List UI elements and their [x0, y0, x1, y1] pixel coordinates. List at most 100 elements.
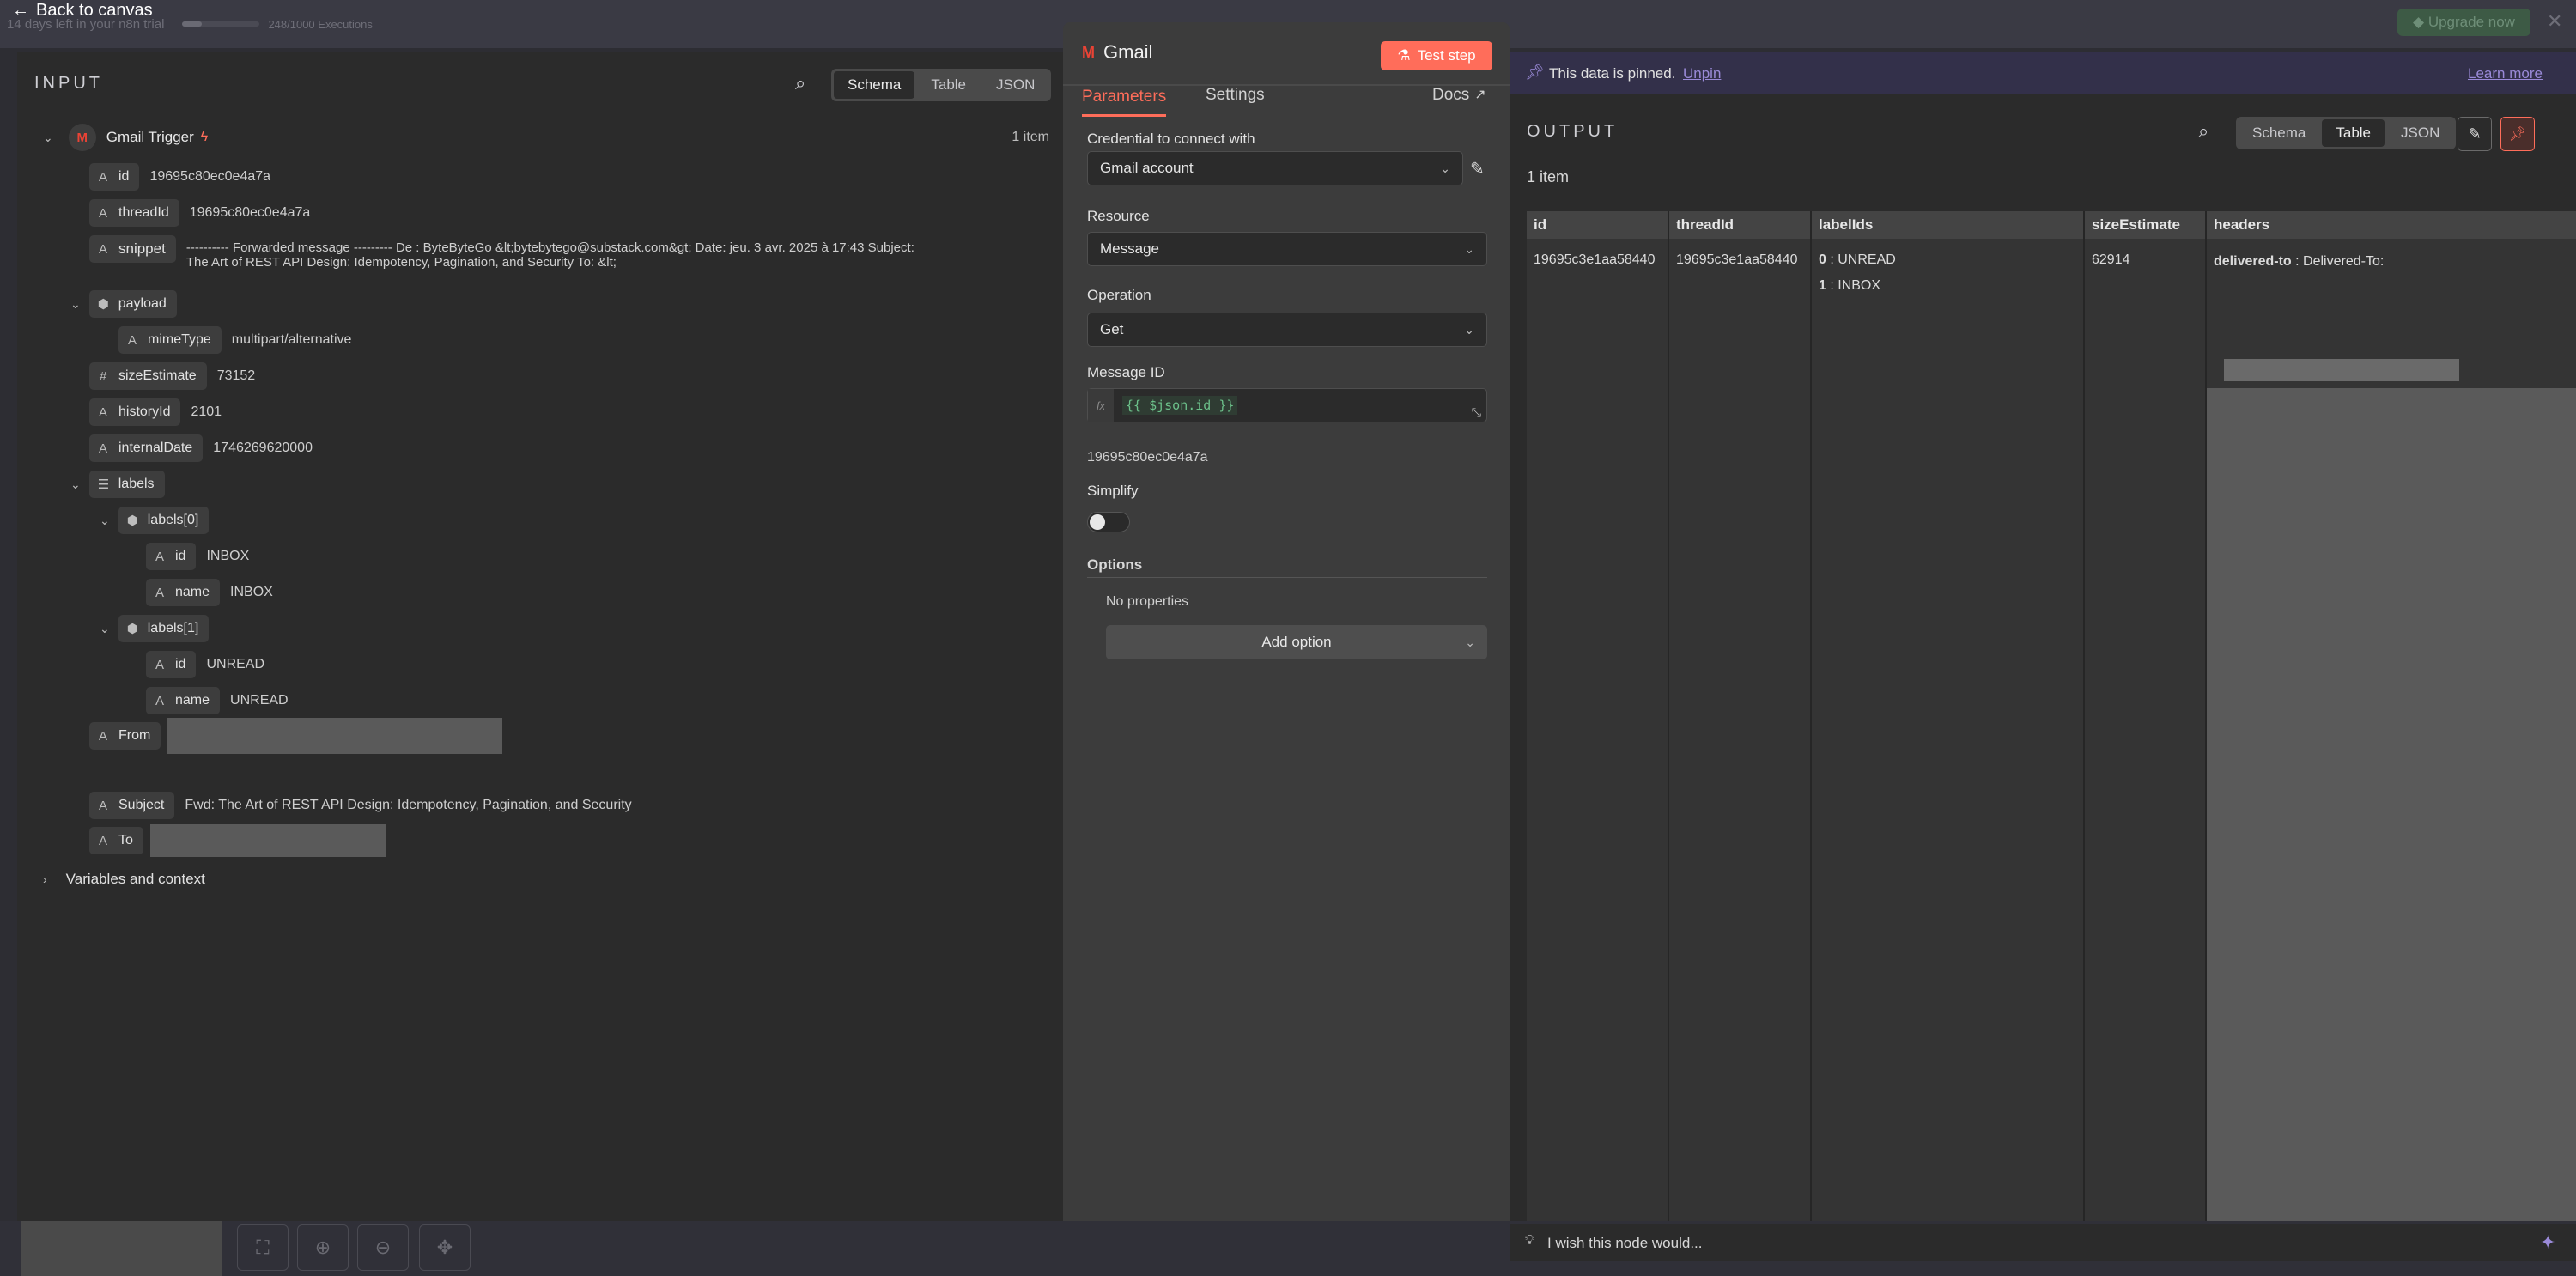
field-value: 1746269620000: [213, 441, 313, 455]
sparkle-icon[interactable]: ✦: [2540, 1231, 2555, 1254]
credential-label: Credential to connect with: [1087, 131, 1255, 147]
output-panel-title: OUTPUT: [1527, 122, 1619, 141]
field-internaldate[interactable]: AinternalDate 1746269620000: [89, 434, 313, 462]
string-type-icon: A: [98, 728, 107, 744]
field-labels-1[interactable]: ⌄ ⬢ labels[1]: [100, 615, 210, 642]
zoom-out-icon[interactable]: ⊖: [357, 1224, 409, 1271]
search-icon[interactable]: ⌕: [2198, 120, 2208, 143]
field-labels[interactable]: ⌄ ☰ labels: [70, 471, 165, 498]
chevron-down-icon[interactable]: ⌄: [43, 131, 53, 145]
node-name[interactable]: Gmail: [1103, 41, 1152, 64]
tab-settings[interactable]: Settings: [1206, 86, 1265, 105]
input-item-count: 1 item: [1012, 130, 1049, 144]
unpin-link[interactable]: Unpin: [1683, 65, 1721, 82]
variables-and-context-row[interactable]: › Variables and context: [43, 866, 205, 893]
string-type-icon: A: [98, 205, 107, 221]
list-icon: ☰: [97, 477, 110, 492]
field-labels-0-id[interactable]: Aid INBOX: [146, 543, 249, 570]
field-subject[interactable]: A Subject Fwd: The Art of REST API Design…: [89, 792, 632, 819]
search-icon[interactable]: ⌕: [795, 72, 805, 94]
field-from[interactable]: A From: [89, 718, 503, 754]
message-id-expression-input[interactable]: fx {{ $json.id }} ⤡: [1087, 388, 1487, 422]
toggle-knob: [1090, 514, 1105, 530]
zoom-in-icon[interactable]: ⊕: [297, 1224, 349, 1271]
tab-parameters[interactable]: Parameters: [1082, 86, 1167, 117]
chevron-down-icon[interactable]: ⌄: [70, 477, 81, 492]
field-sizeestimate[interactable]: # sizeEstimate 73152: [89, 362, 255, 390]
simplify-toggle[interactable]: [1087, 512, 1130, 532]
column-header-labelids: labelIds: [1819, 216, 1874, 233]
chevron-down-icon[interactable]: ⌄: [70, 297, 81, 312]
output-view-table[interactable]: Table: [2322, 119, 2385, 147]
chevron-down-icon: ⌄: [1464, 322, 1474, 337]
field-labels-0-name[interactable]: Aname INBOX: [146, 579, 273, 606]
field-snippet[interactable]: Asnippet ---------- Forwarded message --…: [89, 235, 914, 270]
credential-select[interactable]: Gmail account ⌄: [1087, 151, 1463, 185]
field-labels-1-name[interactable]: Aname UNREAD: [146, 687, 289, 714]
gmail-trigger-row[interactable]: ⌄ M Gmail Trigger ϟ 1 item: [43, 124, 1063, 151]
input-view-table[interactable]: Table: [917, 71, 980, 99]
pin-data-button[interactable]: 📌︎: [2500, 117, 2535, 151]
input-view-switcher: Schema Table JSON: [831, 69, 1052, 101]
expand-icon[interactable]: ⤡: [1472, 405, 1481, 420]
output-item-count: 1 item: [1527, 168, 1570, 185]
field-value: 2101: [191, 404, 222, 419]
redacted-value: [2224, 359, 2459, 381]
docs-link[interactable]: Docs ↗: [1432, 86, 1486, 105]
learn-more-link[interactable]: Learn more: [2468, 65, 2543, 82]
no-properties-text: No properties: [1106, 594, 1189, 609]
simplify-label: Simplify: [1087, 483, 1139, 499]
field-value: multipart/alternative: [231, 332, 352, 347]
string-type-icon: A: [98, 404, 107, 420]
gmail-icon: M: [1082, 43, 1095, 61]
field-labels-1-id[interactable]: Aid UNREAD: [146, 651, 264, 678]
chevron-down-icon[interactable]: ⌄: [100, 513, 110, 528]
edit-credential-icon[interactable]: ✎: [1470, 158, 1485, 179]
input-view-schema[interactable]: Schema: [834, 71, 915, 99]
cell-headers: delivered-to : Delivered-To:: [2214, 254, 2385, 269]
gmail-icon: M: [68, 124, 96, 151]
resource-select[interactable]: Message ⌄: [1087, 232, 1487, 266]
field-value: Fwd: The Art of REST API Design: Idempot…: [185, 798, 632, 812]
operation-select[interactable]: Get ⌄: [1087, 313, 1487, 347]
chevron-down-icon: ⌄: [1440, 161, 1450, 175]
chevron-down-icon[interactable]: ⌄: [100, 622, 110, 636]
field-labels-0[interactable]: ⌄ ⬢ labels[0]: [100, 507, 210, 534]
output-view-json[interactable]: JSON: [2387, 119, 2453, 147]
column-header-sizeestimate: sizeEstimate: [2092, 216, 2180, 233]
cell-id: 19695c3e1aa58440: [1534, 252, 1656, 267]
field-historyid[interactable]: AhistoryId 2101: [89, 398, 222, 426]
close-icon[interactable]: ✕: [2547, 10, 2562, 33]
feedback-input[interactable]: I wish this node would...: [1547, 1235, 1702, 1252]
string-type-icon: A: [98, 241, 107, 257]
pencil-icon: ✎: [2468, 125, 2482, 143]
add-option-button[interactable]: Add option ⌄: [1106, 625, 1487, 659]
trial-info: 14 days left in your n8n trial 248/1000 …: [7, 15, 373, 33]
chevron-right-icon[interactable]: ›: [43, 872, 47, 886]
test-step-button[interactable]: ⚗ Test step: [1381, 41, 1492, 70]
chevron-down-icon: ⌄: [1465, 635, 1475, 649]
output-view-schema[interactable]: Schema: [2239, 119, 2319, 147]
pin-icon: 📌︎: [2508, 127, 2527, 142]
message-id-label: Message ID: [1087, 364, 1165, 380]
field-id[interactable]: Aid 19695c80ec0e4a7a: [89, 163, 270, 191]
bolt-icon: ϟ: [200, 130, 209, 144]
input-view-json[interactable]: JSON: [982, 71, 1048, 99]
tidy-up-icon[interactable]: ✥: [419, 1224, 471, 1271]
field-value: INBOX: [230, 585, 273, 599]
field-to[interactable]: A To: [89, 824, 386, 857]
object-type-icon: ⬢: [126, 513, 138, 528]
output-view-switcher: Schema Table JSON: [2236, 117, 2457, 149]
fit-view-icon[interactable]: ⛶: [237, 1224, 289, 1271]
column-divider: [1668, 211, 1669, 1224]
feedback-bar: 💡︎ I wish this node would... ✦: [1510, 1224, 2576, 1261]
field-threadid[interactable]: AthreadId 19695c80ec0e4a7a: [89, 199, 310, 227]
input-panel-title: INPUT: [34, 74, 103, 93]
number-type-icon: #: [99, 368, 107, 384]
field-mimetype[interactable]: AmimeType multipart/alternative: [118, 326, 351, 354]
redacted-block: [2207, 388, 2576, 1224]
edit-output-button[interactable]: ✎: [2458, 117, 2492, 151]
upgrade-now-button[interactable]: ◆ Upgrade now: [2397, 9, 2530, 36]
field-payload[interactable]: ⌄ ⬢ payload: [70, 290, 177, 318]
snippet-value: ---------- Forwarded message --------- D…: [185, 240, 914, 270]
